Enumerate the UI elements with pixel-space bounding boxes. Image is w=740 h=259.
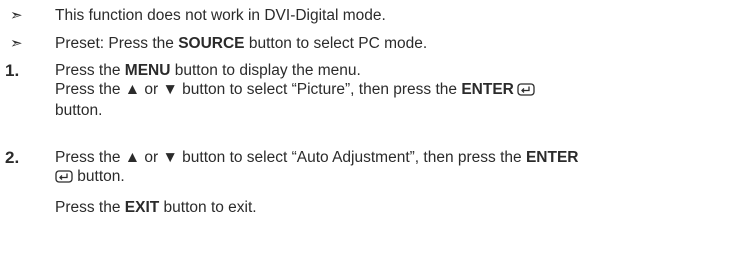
step-line: button. <box>55 102 103 119</box>
step-number: 2. <box>5 148 20 167</box>
step-text-part: Press the ▲ or ▼ button to select “Pictu… <box>55 81 462 98</box>
enter-button-label: ENTER <box>525 149 579 166</box>
step-line: Press the ▲ or ▼ button to select “Pictu… <box>55 80 735 101</box>
note-text-part: button to select PC mode. <box>244 35 428 52</box>
step-line: Press the MENU button to display the men… <box>55 61 735 80</box>
step-text-part: Press the <box>55 62 125 79</box>
step-number: 1. <box>5 61 20 80</box>
arrow-bullet-icon: ➣ <box>10 7 23 24</box>
enter-button-label: ENTER <box>461 81 514 98</box>
step-text: Press the ▲ or ▼ button to select “Auto … <box>55 148 735 217</box>
arrow-bullet-icon: ➣ <box>10 35 23 52</box>
step-text-part: button to exit. <box>159 199 257 216</box>
step-text-part: Press the <box>55 199 125 216</box>
step-line: Press the EXIT button to exit. <box>55 198 735 217</box>
note-text: Preset: Press the SOURCE button to selec… <box>55 34 735 53</box>
note-text-part: Preset: Press the <box>55 35 179 52</box>
menu-button-label: MENU <box>124 62 171 79</box>
step-text: Press the MENU button to display the men… <box>55 61 735 120</box>
note-text: This function does not work in DVI-Digit… <box>55 7 386 24</box>
exit-button-label: EXIT <box>124 199 160 216</box>
step-text-part: button to display the menu. <box>170 62 361 79</box>
source-button-label: SOURCE <box>178 35 245 52</box>
step-line: button. <box>55 167 735 188</box>
enter-icon <box>55 169 73 188</box>
step-line: Press the ▲ or ▼ button to select “Auto … <box>55 148 735 167</box>
step-text-part: Press the ▲ or ▼ button to select “Auto … <box>55 149 526 166</box>
enter-icon <box>517 82 535 101</box>
step-text-part: button. <box>73 168 125 185</box>
